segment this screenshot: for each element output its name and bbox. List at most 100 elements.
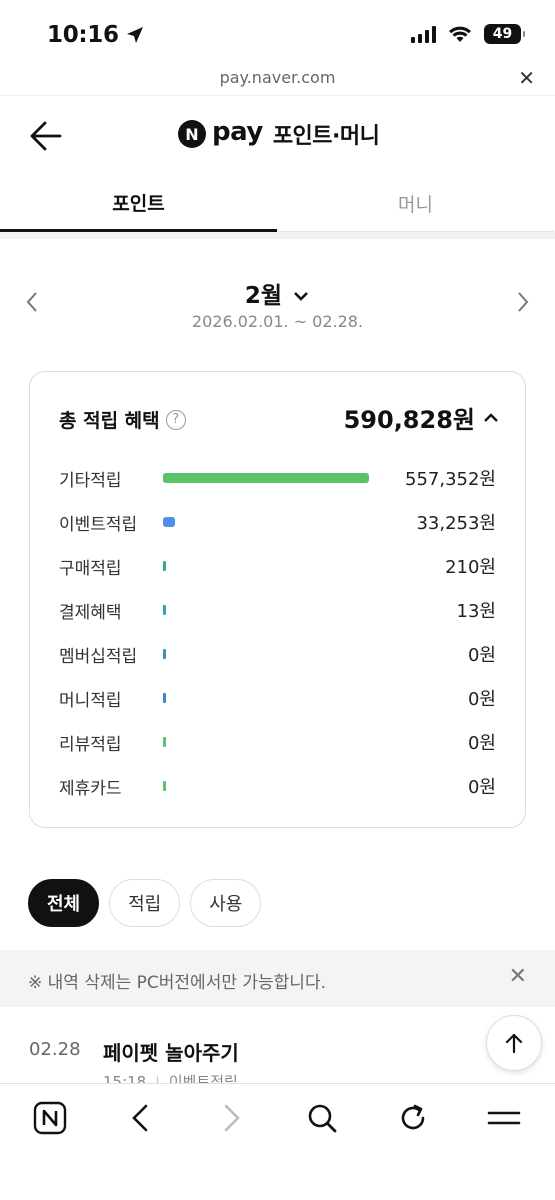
- benefit-row: 구매적립 210원: [59, 544, 496, 588]
- benefit-row-value: 210원: [445, 557, 496, 578]
- browser-refresh-button[interactable]: [393, 1098, 433, 1138]
- status-bar: 10:16 49: [0, 0, 555, 62]
- benefit-bar: [163, 693, 166, 703]
- benefit-row-label: 머니적립: [59, 690, 122, 711]
- arrow-left-icon: [30, 121, 62, 151]
- benefit-total-value: 590,828원: [343, 406, 475, 434]
- status-time: 10:16: [47, 22, 145, 48]
- month-selector[interactable]: 2월: [0, 276, 555, 310]
- battery-level: 49: [492, 26, 513, 42]
- refresh-icon: [401, 1104, 425, 1130]
- benefit-bar-track: [163, 693, 369, 703]
- benefit-row-value: 0원: [467, 689, 496, 710]
- benefit-row-value: 0원: [467, 645, 496, 666]
- benefit-row-value: 557,352원: [405, 469, 496, 490]
- page-title-text: 포인트·머니: [272, 124, 380, 149]
- chevron-right-icon: [518, 292, 529, 312]
- benefit-bar-track: [163, 517, 369, 527]
- benefit-row-label: 멤버십적립: [59, 646, 138, 667]
- history-filter: 전체 적립 사용: [28, 879, 262, 927]
- benefit-row: 이벤트적립 33,253원: [59, 500, 496, 544]
- benefit-row-label: 결제혜택: [59, 602, 122, 623]
- tab-points[interactable]: 포인트: [0, 176, 277, 232]
- naver-n-icon: [33, 1101, 67, 1135]
- menu-icon: [487, 1111, 521, 1125]
- naver-n-logo: N: [178, 120, 206, 148]
- tab-bar: 포인트 머니: [0, 176, 555, 232]
- question-icon[interactable]: ?: [165, 409, 186, 430]
- browser-forward-button[interactable]: [212, 1098, 252, 1138]
- benefit-bar: [163, 473, 369, 483]
- page-title: N pay 포인트·머니: [178, 117, 380, 150]
- next-month-button[interactable]: [515, 290, 531, 320]
- benefit-bar: [163, 517, 175, 527]
- benefit-row-label: 구매적립: [59, 558, 122, 579]
- chevron-right-icon: [224, 1104, 240, 1132]
- benefit-bar-track: [163, 473, 369, 483]
- benefit-row-label: 기타적립: [59, 470, 122, 491]
- benefit-row-value: 0원: [467, 777, 496, 798]
- benefit-row: 결제혜택 13원: [59, 588, 496, 632]
- benefit-row-label: 이벤트적립: [59, 514, 138, 535]
- back-button[interactable]: [28, 118, 64, 154]
- filter-use-chip[interactable]: 사용: [190, 879, 262, 927]
- benefit-row-label: 제휴카드: [59, 778, 122, 799]
- benefit-bar-track: [163, 737, 369, 747]
- browser-back-button[interactable]: [120, 1098, 160, 1138]
- browser-bottom-bar: [0, 1083, 555, 1200]
- benefit-row-value: 0원: [467, 733, 496, 754]
- browser-search-button[interactable]: [302, 1098, 342, 1138]
- filter-all-chip[interactable]: 전체: [28, 879, 100, 927]
- benefit-row-label: 리뷰적립: [59, 734, 122, 755]
- benefit-row-value: 33,253원: [416, 513, 496, 534]
- chevron-down-icon: [294, 292, 309, 301]
- history-title: 페이펫 놀아주기: [103, 1041, 239, 1065]
- filter-earn-chip[interactable]: 적립: [109, 879, 181, 927]
- benefit-total: 590,828원: [344, 400, 499, 435]
- scroll-to-top-button[interactable]: [486, 1015, 542, 1071]
- close-icon[interactable]: ✕: [509, 964, 527, 989]
- benefit-bar-track: [163, 781, 369, 791]
- pay-wordmark: pay: [212, 117, 263, 147]
- section-divider: [0, 232, 555, 239]
- notice-text: ※ 내역 삭제는 PC버전에서만 가능합니다.: [28, 973, 326, 993]
- tab-money[interactable]: 머니: [277, 176, 554, 232]
- chevron-up-icon[interactable]: [483, 412, 499, 424]
- status-time-text: 10:16: [47, 22, 119, 48]
- delete-notice-banner: ※ 내역 삭제는 PC버전에서만 가능합니다. ✕: [0, 950, 555, 1007]
- benefit-row: 멤버십적립 0원: [59, 632, 496, 676]
- benefit-title-text: 총 적립 혜택: [59, 410, 160, 432]
- location-arrow-icon: [126, 27, 143, 43]
- benefit-summary-card: 총 적립 혜택 ? 590,828원 기타적립 557,352원 이벤트적립 3…: [29, 371, 526, 828]
- benefit-bar: [163, 605, 166, 615]
- browser-menu-button[interactable]: [484, 1098, 524, 1138]
- battery-icon: 49: [484, 24, 525, 44]
- close-icon[interactable]: ✕: [518, 66, 535, 90]
- history-date: 02.28: [29, 1039, 81, 1060]
- naver-home-button[interactable]: [30, 1098, 70, 1138]
- benefit-bar-track: [163, 561, 369, 571]
- benefit-row: 리뷰적립 0원: [59, 720, 496, 764]
- benefit-bar: [163, 737, 166, 747]
- month-label: 2월: [244, 283, 283, 309]
- history-item[interactable]: 02.28 페이펫 놀아주기 15:18 | 이벤트적립 +: [0, 1035, 555, 1091]
- benefit-breakdown-list: 기타적립 557,352원 이벤트적립 33,253원 구매적립 210원 결제…: [59, 456, 496, 808]
- search-icon: [308, 1104, 337, 1133]
- url-text[interactable]: pay.naver.com: [0, 68, 555, 87]
- benefit-bar: [163, 781, 166, 791]
- status-indicators: 49: [411, 24, 525, 44]
- benefit-bar: [163, 561, 166, 571]
- benefit-bar-track: [163, 649, 369, 659]
- browser-url-bar: pay.naver.com ✕: [0, 62, 555, 96]
- page-header: N pay 포인트·머니: [0, 96, 555, 176]
- month-navigator: 2월 2026.02.01. ~ 02.28.: [0, 270, 555, 340]
- benefit-row: 머니적립 0원: [59, 676, 496, 720]
- wifi-icon: [449, 26, 471, 42]
- arrow-up-icon: [505, 1033, 523, 1054]
- benefit-bar-track: [163, 605, 369, 615]
- benefit-row-value: 13원: [456, 601, 496, 622]
- cellular-signal-icon: [411, 25, 436, 43]
- chevron-left-icon: [132, 1104, 148, 1132]
- benefit-summary-header[interactable]: 총 적립 혜택 ? 590,828원: [59, 400, 499, 440]
- benefit-row: 제휴카드 0원: [59, 764, 496, 808]
